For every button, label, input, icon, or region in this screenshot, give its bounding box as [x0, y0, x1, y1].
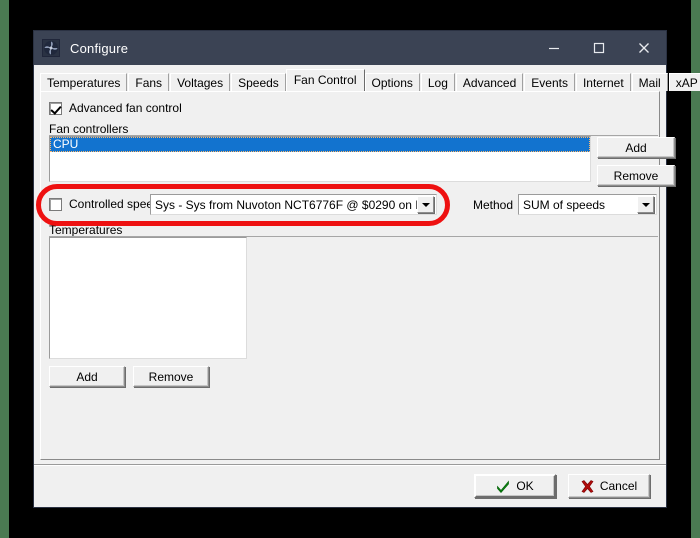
cancel-button-label: Cancel — [599, 479, 638, 493]
tab-strip: Temperatures Fans Voltages Speeds Fan Co… — [40, 69, 700, 91]
temperatures-add-button[interactable]: Add — [49, 366, 125, 387]
fan-icon — [42, 39, 60, 57]
tab-events[interactable]: Events — [524, 73, 575, 91]
tab-internet[interactable]: Internet — [575, 73, 631, 91]
minimize-icon[interactable] — [531, 31, 576, 65]
tab-log[interactable]: Log — [420, 73, 455, 91]
tab-options[interactable]: Options — [364, 73, 420, 91]
advanced-fan-control-label: Advanced fan control — [69, 101, 182, 115]
fan-controllers-listbox[interactable]: CPU — [49, 136, 591, 182]
dialog-footer: OK Cancel — [34, 464, 666, 507]
temperatures-group-label: Temperatures — [49, 223, 123, 237]
controlled-speed-row[interactable]: Controlled speed — [49, 197, 160, 211]
tab-temperatures[interactable]: Temperatures — [40, 73, 128, 91]
ok-button-label: OK — [516, 479, 534, 493]
title-bar: Configure — [34, 31, 666, 65]
tab-advanced[interactable]: Advanced — [455, 73, 524, 91]
method-label: Method — [473, 198, 514, 212]
method-value: SUM of speeds — [523, 197, 606, 212]
x-icon — [581, 479, 594, 493]
tab-mail[interactable]: Mail — [631, 73, 668, 91]
temperatures-listbox[interactable] — [49, 237, 247, 359]
cancel-button[interactable]: Cancel — [568, 474, 650, 498]
temperatures-remove-button[interactable]: Remove — [133, 366, 209, 387]
tab-voltages[interactable]: Voltages — [170, 73, 231, 91]
fan-controllers-group-label: Fan controllers — [49, 122, 129, 136]
controlled-speed-dropdown[interactable]: Sys - Sys from Nuvoton NCT6776F @ $0290 … — [150, 194, 437, 215]
tab-fan-control[interactable]: Fan Control — [285, 69, 365, 91]
list-item[interactable]: CPU — [50, 137, 590, 152]
chevron-down-icon[interactable] — [637, 196, 654, 213]
chevron-down-icon[interactable] — [417, 196, 434, 213]
window-controls — [531, 31, 666, 65]
fan-control-panel: Advanced fan control Fan controllers CPU… — [40, 91, 675, 460]
ok-button[interactable]: OK — [474, 474, 556, 498]
advanced-fan-control-row[interactable]: Advanced fan control — [49, 101, 182, 115]
desktop-edge-left — [0, 0, 9, 538]
controlled-speed-value: Sys - Sys from Nuvoton NCT6776F @ $0290 … — [155, 197, 417, 212]
controlled-speed-checkbox[interactable] — [49, 197, 62, 211]
configure-dialog: Configure Temperatures Fans Voltages Spe… — [33, 30, 700, 508]
maximize-icon[interactable] — [576, 31, 621, 65]
close-icon[interactable] — [621, 31, 666, 65]
fan-controllers-add-button[interactable]: Add — [597, 137, 675, 158]
tab-fans[interactable]: Fans — [128, 73, 170, 91]
window-title: Configure — [70, 40, 129, 56]
fan-controllers-remove-button[interactable]: Remove — [597, 165, 675, 186]
advanced-fan-control-checkbox[interactable] — [49, 101, 62, 115]
tab-speeds[interactable]: Speeds — [231, 73, 286, 91]
tab-xap[interactable]: xAP — [668, 73, 700, 91]
check-icon — [497, 480, 510, 493]
controlled-speed-label: Controlled speed — [69, 197, 160, 211]
method-dropdown[interactable]: SUM of speeds — [518, 194, 657, 215]
